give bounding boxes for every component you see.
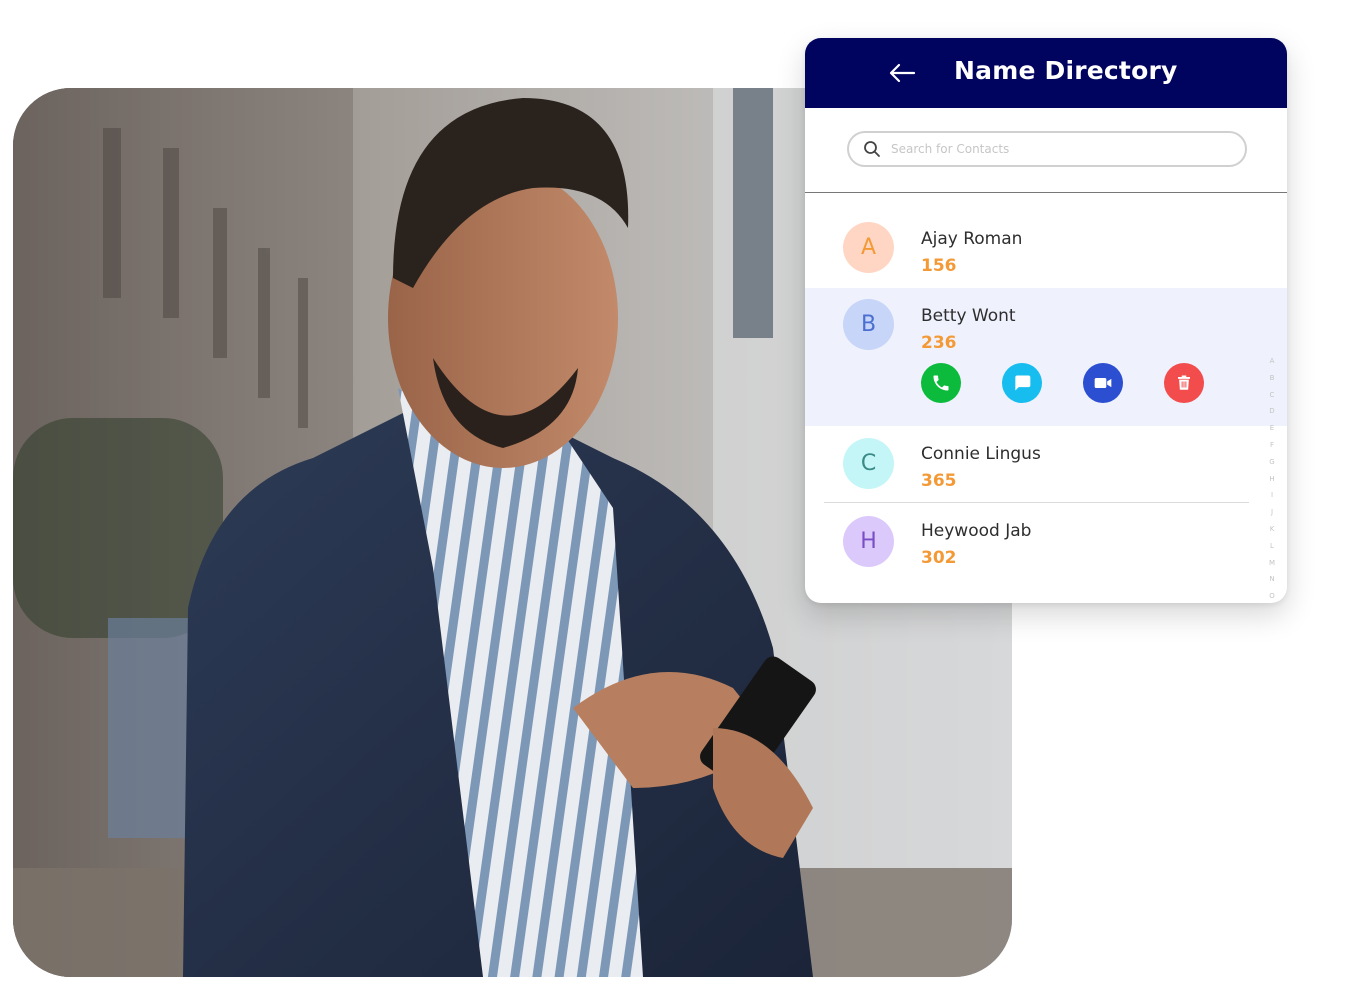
search-icon: [863, 140, 881, 158]
contact-number: 365: [921, 471, 957, 491]
back-button[interactable]: [887, 60, 917, 86]
contact-row-selected[interactable]: B Betty Wont 236: [805, 288, 1287, 426]
video-call-button[interactable]: [1083, 363, 1123, 403]
alphabet-letter[interactable]: N: [1269, 571, 1274, 588]
contact-name: Betty Wont: [921, 306, 1016, 326]
alphabet-letter[interactable]: O: [1269, 588, 1275, 603]
contact-row[interactable]: H Heywood Jab 302: [805, 503, 1287, 600]
delete-button[interactable]: [1164, 363, 1204, 403]
message-button[interactable]: [1002, 363, 1042, 403]
page-title: Name Directory: [954, 56, 1178, 85]
call-button[interactable]: [921, 363, 961, 403]
phone-icon: [933, 375, 949, 391]
contact-number: 302: [921, 548, 957, 568]
chat-bubble-icon: [1015, 375, 1031, 391]
video-camera-icon: [1094, 378, 1112, 388]
alphabet-letter[interactable]: C: [1270, 387, 1275, 404]
search-field[interactable]: [847, 131, 1247, 167]
alphabet-letter[interactable]: H: [1269, 471, 1274, 488]
alphabet-letter[interactable]: E: [1270, 420, 1274, 437]
contact-list: A Ajay Roman 156 B Betty Wont 236 C Conn…: [805, 193, 1287, 600]
contact-name: Ajay Roman: [921, 229, 1023, 249]
alphabet-letter[interactable]: F: [1270, 437, 1274, 454]
alphabet-letter[interactable]: I: [1271, 487, 1273, 504]
contact-actions: [921, 363, 1204, 403]
alphabet-letter[interactable]: D: [1269, 403, 1274, 420]
alphabet-letter[interactable]: M: [1269, 555, 1275, 572]
contact-name: Connie Lingus: [921, 444, 1041, 464]
alphabet-letter[interactable]: A: [1270, 353, 1275, 370]
arrow-left-icon: [889, 63, 916, 83]
search-section: [805, 108, 1287, 193]
alphabet-letter[interactable]: B: [1270, 370, 1275, 387]
contact-number: 156: [921, 256, 957, 276]
trash-icon: [1178, 375, 1190, 390]
contact-row[interactable]: C Connie Lingus 365: [805, 426, 1287, 503]
alphabet-letter[interactable]: J: [1271, 504, 1273, 521]
avatar: H: [843, 516, 894, 567]
name-directory-card: Name Directory A Ajay Roman 156 B Betty …: [805, 38, 1287, 603]
card-header: Name Directory: [805, 38, 1287, 108]
avatar: B: [843, 299, 894, 350]
alphabet-letter[interactable]: K: [1270, 521, 1275, 538]
alphabet-index: ABCDEFGHIJKLMNOPQRSTUVWX: [1262, 353, 1282, 603]
contact-name: Heywood Jab: [921, 521, 1032, 541]
contact-row[interactable]: A Ajay Roman 156: [805, 193, 1287, 288]
avatar: A: [843, 222, 894, 273]
alphabet-letter[interactable]: G: [1269, 454, 1274, 471]
contact-number: 236: [921, 333, 957, 353]
search-input[interactable]: [889, 141, 1213, 157]
alphabet-letter[interactable]: L: [1270, 538, 1274, 555]
avatar: C: [843, 438, 894, 489]
